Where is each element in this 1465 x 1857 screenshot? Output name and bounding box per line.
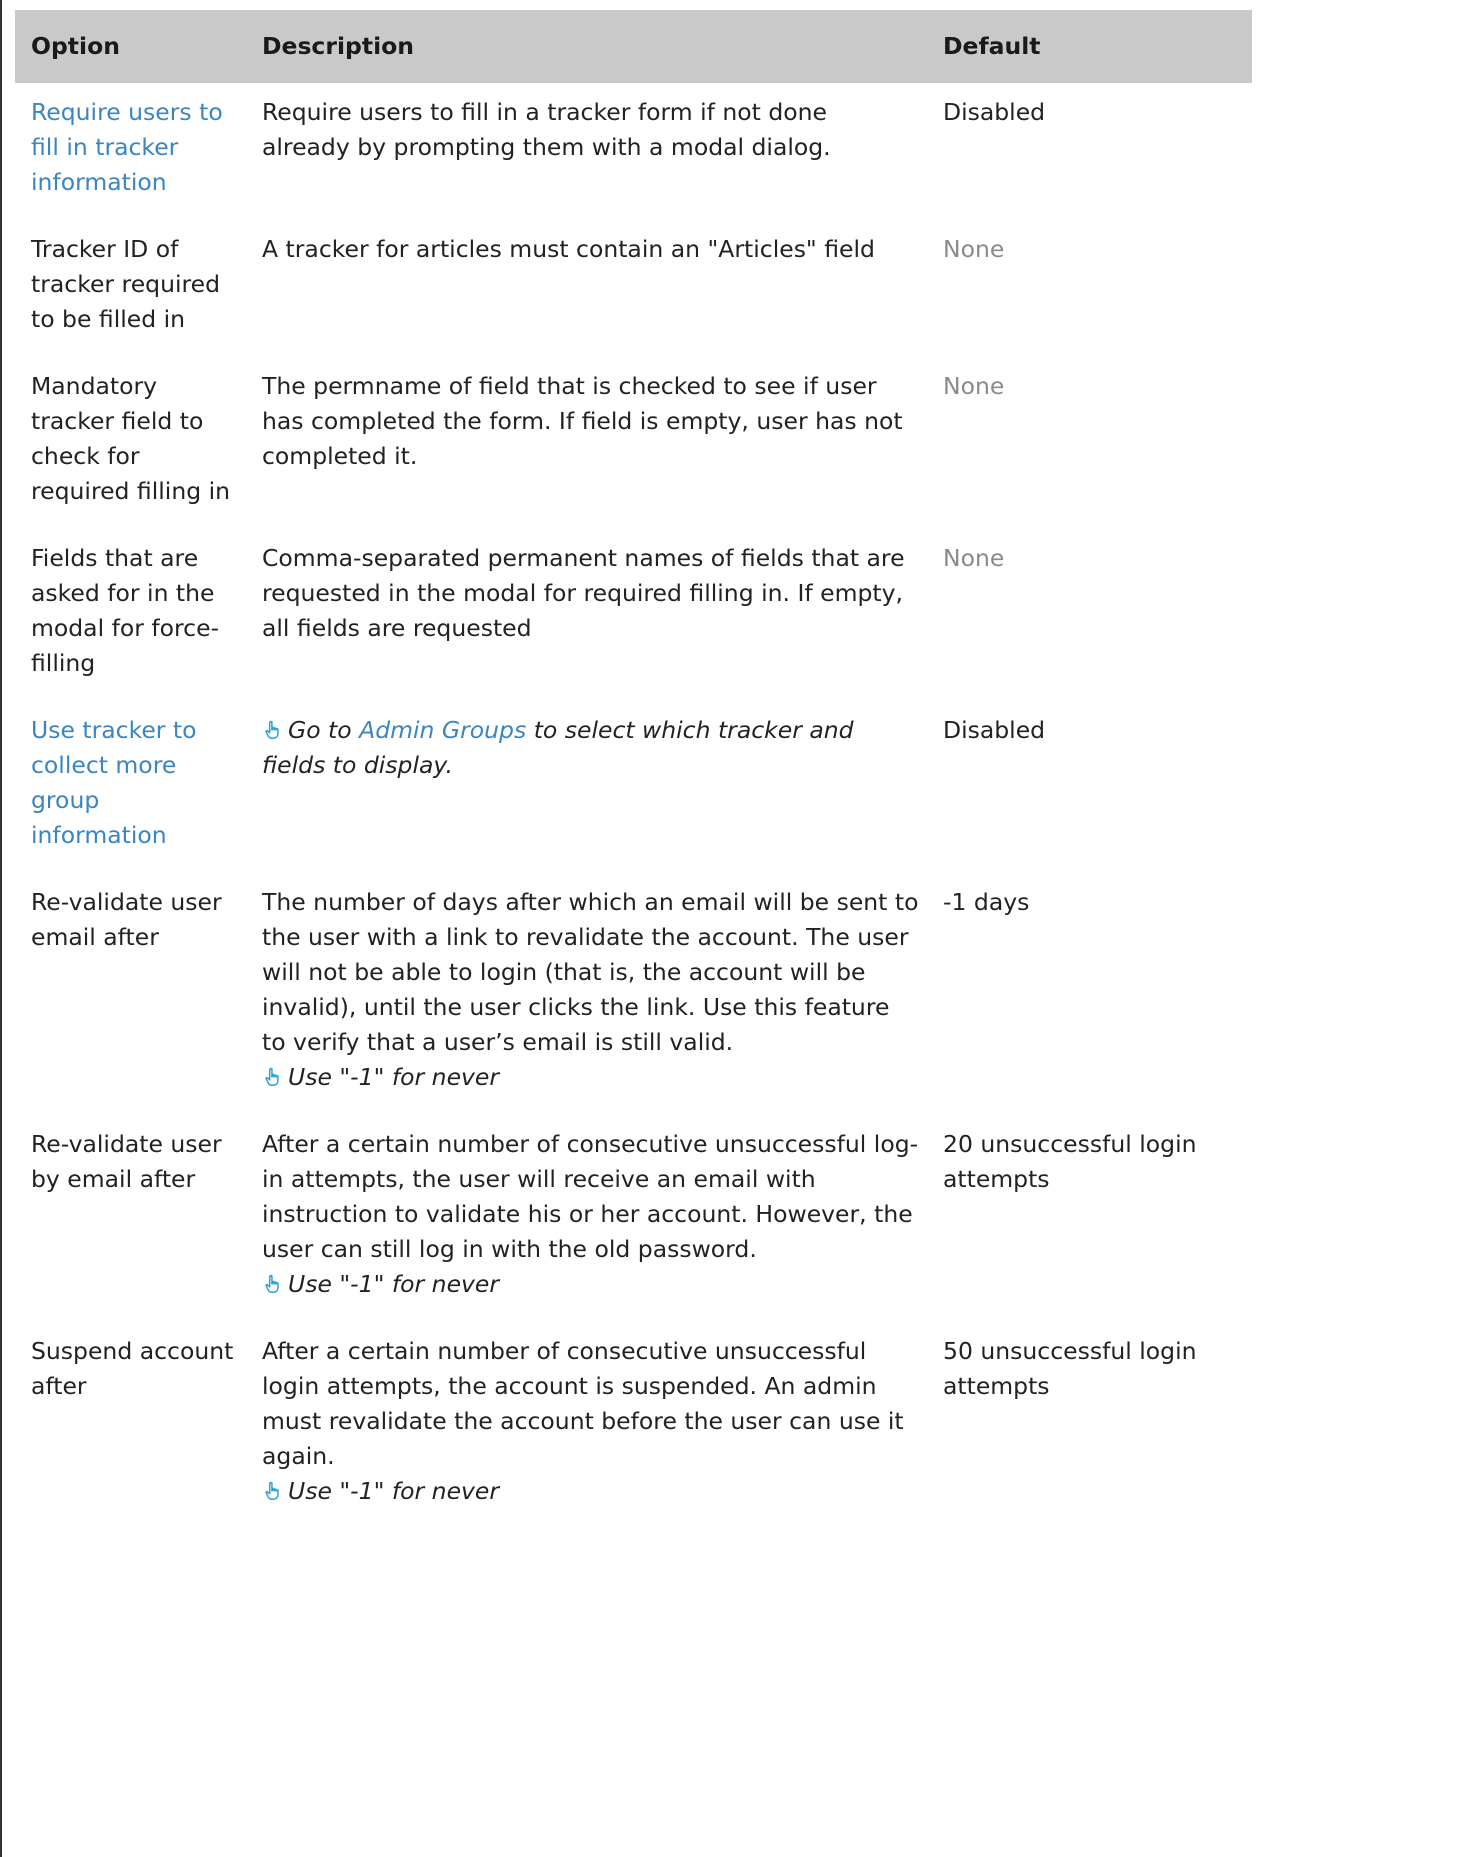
option-cell: Re-validate user by email after xyxy=(31,1130,222,1193)
default-cell: Disabled xyxy=(943,98,1046,126)
description-cell: Require users to fill in a tracker form … xyxy=(262,98,831,161)
option-cell: Suspend account after xyxy=(31,1337,234,1400)
tip-line: Use "-1" for never xyxy=(262,1267,919,1302)
table-row: Tracker ID of tracker required to be fil… xyxy=(15,220,1252,357)
description-text: After a certain number of consecutive un… xyxy=(262,1130,919,1263)
option-cell: Tracker ID of tracker required to be fil… xyxy=(31,235,221,333)
description-text: After a certain number of consecutive un… xyxy=(262,1337,904,1470)
tip-text: Use "-1" for never xyxy=(288,1477,500,1505)
table-row: Re-validate user email after The number … xyxy=(15,873,1252,1115)
option-cell: Use tracker to collect more group inform… xyxy=(15,701,246,873)
table-row: Suspend account after After a certain nu… xyxy=(15,1322,1252,1529)
pointing-hand-icon xyxy=(262,1270,284,1293)
table-row: Use tracker to collect more group inform… xyxy=(15,701,1252,873)
tip-line: Use "-1" for never xyxy=(262,1474,919,1509)
table-header-row: Option Description Default xyxy=(15,10,1252,83)
option-cell: Re-validate user email after xyxy=(31,888,222,951)
table-row: Require users to fill in tracker informa… xyxy=(15,83,1252,220)
default-cell: 50 unsuccessful login attempts xyxy=(943,1337,1197,1400)
description-cell: The permname of field that is checked to… xyxy=(262,372,903,470)
left-border xyxy=(0,0,2,1857)
pointing-hand-icon xyxy=(262,716,284,739)
tip-text: Use "-1" for never xyxy=(288,1270,500,1298)
option-cell: Require users to fill in tracker informa… xyxy=(15,83,246,220)
pointing-hand-icon xyxy=(262,1063,284,1086)
table-row: Re-validate user by email after After a … xyxy=(15,1115,1252,1322)
header-option: Option xyxy=(31,32,120,60)
default-cell: None xyxy=(943,372,1005,400)
option-cell: Mandatory tracker field to check for req… xyxy=(31,372,231,505)
tip-text: Use "-1" for never xyxy=(288,1063,500,1091)
description-cell: After a certain number of consecutive un… xyxy=(246,1322,927,1529)
header-default: Default xyxy=(943,32,1041,60)
table-row: Fields that are asked for in the modal f… xyxy=(15,529,1252,701)
description-cell: A tracker for articles must contain an "… xyxy=(262,235,875,263)
option-cell: Fields that are asked for in the modal f… xyxy=(31,544,220,677)
admin-groups-link[interactable]: Admin Groups xyxy=(359,716,526,744)
default-cell: None xyxy=(943,544,1005,572)
options-table: Option Description Default Require users… xyxy=(15,10,1252,1529)
table-row: Mandatory tracker field to check for req… xyxy=(15,357,1252,529)
description-cell: The number of days after which an email … xyxy=(246,873,927,1115)
tip-line: Use "-1" for never xyxy=(262,1060,919,1095)
description-cell: Comma-separated permanent names of field… xyxy=(262,544,905,642)
pointing-hand-icon xyxy=(262,1477,284,1500)
header-description: Description xyxy=(262,32,414,60)
description-text: The number of days after which an email … xyxy=(262,888,919,1056)
default-cell: Disabled xyxy=(943,716,1046,744)
tip-prefix: Go to xyxy=(288,716,360,744)
description-cell: After a certain number of consecutive un… xyxy=(246,1115,927,1322)
default-cell: -1 days xyxy=(943,888,1030,916)
default-cell: None xyxy=(943,235,1005,263)
default-cell: 20 unsuccessful login attempts xyxy=(943,1130,1197,1193)
option-link-require-tracker[interactable]: Require users to fill in tracker informa… xyxy=(31,98,223,196)
description-cell: Go to Admin Groups to select which track… xyxy=(246,701,927,873)
page: Option Description Default Require users… xyxy=(0,0,1465,1857)
option-link-group-tracker[interactable]: Use tracker to collect more group inform… xyxy=(31,716,197,849)
